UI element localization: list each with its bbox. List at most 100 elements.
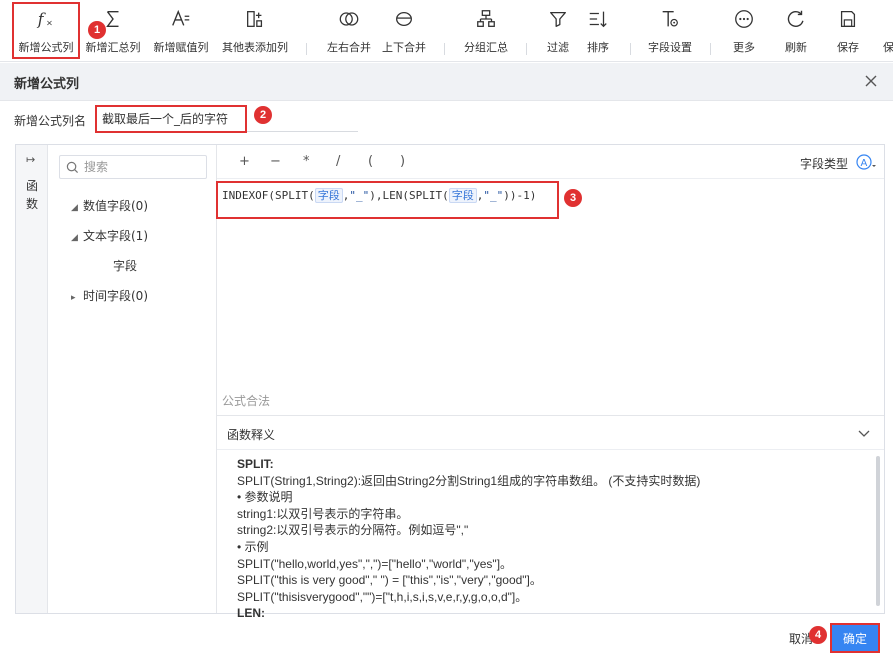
tree-node-time[interactable]: ▸ 时间字段(0) (71, 287, 148, 304)
more-button[interactable]: 更多 (724, 0, 764, 60)
minus-operator[interactable]: − (270, 154, 281, 169)
sort-button[interactable]: 排序 (580, 0, 616, 60)
toolbar-label: 排序 (587, 41, 609, 54)
toolbar-divider (306, 43, 307, 55)
close-icon[interactable] (863, 73, 879, 89)
merge-horizontal-icon (338, 0, 360, 38)
divide-operator[interactable]: / (336, 154, 340, 169)
group-icon (475, 0, 497, 38)
formula-editor: ↦ 函数 ◢ 数值字段(0) ◢ 文本字段(1) 字段 ▸ 时间字段(0) + − *… (15, 144, 885, 620)
preview-icon (880, 0, 893, 38)
toolbar: f × 新增公式列 新增汇总列 新增赋值列 其他表添加列 左右合并 上下合并 分… (0, 0, 893, 62)
open-paren-operator[interactable]: ( (368, 154, 373, 169)
field-type-dropdown-icon[interactable]: A (856, 153, 876, 171)
caret-right-icon: ▸ (71, 293, 76, 303)
toolbar-label: 新增汇总列 (85, 41, 141, 54)
assign-icon (170, 0, 192, 38)
toolbar-label: 左右合并 (327, 41, 371, 54)
caret-down-icon: ◢ (71, 233, 78, 243)
group-summary-button[interactable]: 分组汇总 (458, 0, 514, 60)
toolbar-label: 过滤 (547, 41, 569, 54)
dialog-title: 新增公式列 (14, 77, 80, 92)
tree-node-text[interactable]: ◢ 文本字段(1) (71, 227, 148, 244)
add-formula-column-button[interactable]: f × 新增公式列 (14, 0, 78, 60)
column-name-label: 新增公式列名 (14, 114, 87, 128)
svg-text:A: A (861, 158, 868, 169)
validation-status: 公式合法 (222, 394, 271, 408)
help-line: • 示例 (237, 539, 269, 554)
function-tab[interactable]: ↦ 函数 (16, 145, 48, 613)
toolbar-label: 保存 (837, 41, 859, 54)
field-search[interactable] (59, 155, 207, 179)
save-button[interactable]: 保存 (828, 0, 868, 60)
toolbar-divider (526, 43, 527, 55)
column-name-input[interactable] (96, 106, 358, 132)
confirm-button[interactable]: 确定 (830, 623, 880, 653)
caret-down-icon: ◢ (71, 203, 78, 213)
field-type-label: 字段类型 (799, 157, 848, 171)
tree-node-label: 文本字段(1) (83, 229, 148, 243)
help-header[interactable]: 函数释义 (217, 416, 884, 450)
field-token[interactable]: 字段 (448, 188, 477, 203)
tree-node-label: 时间字段(0) (83, 289, 148, 303)
multiply-operator[interactable]: * (303, 154, 310, 169)
sort-icon (587, 0, 609, 38)
close-paren-operator[interactable]: ) (400, 154, 405, 169)
toolbar-label: 更多 (733, 41, 755, 54)
field-settings-button[interactable]: 字段设置 (642, 0, 698, 60)
annotation-badge: 1 (88, 21, 106, 39)
annotation-badge: 4 (809, 626, 827, 644)
filter-button[interactable]: 过滤 (538, 0, 578, 60)
preview-button[interactable]: 保 (880, 0, 893, 60)
toolbar-label: 新增公式列 (18, 41, 74, 54)
expand-icon[interactable]: ↦ (26, 153, 35, 166)
tree-node-numeric[interactable]: ◢ 数值字段(0) (71, 197, 148, 214)
refresh-icon (785, 0, 807, 38)
help-line: LEN: (237, 606, 265, 621)
toolbar-label: 分组汇总 (464, 41, 508, 54)
annotation-badge: 2 (254, 106, 272, 124)
function-tab-label: 函数 (25, 179, 38, 211)
toolbar-divider (710, 43, 711, 55)
help-title: 函数释义 (227, 428, 276, 442)
toolbar-label: 保 (883, 41, 893, 54)
refresh-button[interactable]: 刷新 (776, 0, 816, 60)
formula-area: + − * / ( ) 字段类型 A INDEXOF(SPLIT(字段 ,"_")… (217, 145, 884, 620)
help-line: string2:以双引号表示的分隔符。例如逗号"," (237, 523, 469, 538)
add-column-icon (244, 0, 266, 38)
help-line: SPLIT: (237, 457, 274, 471)
toolbar-label: 上下合并 (382, 41, 426, 54)
merge-vertical-icon (393, 0, 415, 38)
help-line: SPLIT("thisisverygood","")=["t,h,i,s,i,s… (237, 589, 528, 604)
field-token[interactable]: 字段 (314, 188, 343, 203)
formula-part: ),LEN(SPLIT( (369, 189, 449, 202)
dialog-header: 新增公式列 (0, 63, 893, 101)
search-input[interactable] (84, 158, 202, 176)
toolbar-divider (630, 43, 631, 55)
operator-bar: + − * / ( ) 字段类型 A (217, 145, 884, 179)
field-settings-icon (659, 0, 681, 38)
help-line: • 参数说明 (237, 490, 293, 505)
toolbar-label: 字段设置 (648, 41, 692, 54)
help-scrollbar[interactable] (876, 456, 880, 606)
merge-horizontal-button[interactable]: 左右合并 (322, 0, 376, 60)
string-token: "_" (483, 189, 504, 202)
add-column-from-other-table-button[interactable]: 其他表添加列 (218, 0, 292, 60)
toolbar-label: 刷新 (785, 41, 807, 54)
formula-text[interactable]: INDEXOF(SPLIT(字段 ,"_"),LEN(SPLIT(字段 ,"_"))… (222, 187, 536, 203)
field-panel: ◢ 数值字段(0) ◢ 文本字段(1) 字段 ▸ 时间字段(0) (49, 145, 217, 613)
plus-operator[interactable]: + (239, 154, 250, 169)
add-assign-column-button[interactable]: 新增赋值列 (150, 0, 212, 60)
filter-icon (547, 0, 569, 38)
merge-vertical-button[interactable]: 上下合并 (376, 0, 432, 60)
tree-node-label: 数值字段(0) (83, 199, 148, 213)
formula-icon: f × (35, 0, 57, 38)
help-line: SPLIT("hello,world,yes",",")=["hello","w… (237, 556, 513, 571)
help-content: SPLIT: SPLIT(String1,String2):返回由String2… (237, 456, 857, 622)
field-item[interactable]: 字段 (113, 257, 137, 274)
save-icon (837, 0, 859, 38)
string-token: "_" (349, 189, 370, 202)
chevron-down-icon[interactable] (858, 427, 870, 439)
toolbar-divider (444, 43, 445, 55)
function-help-panel: 函数释义 SPLIT: SPLIT(String1,String2):返回由St… (217, 415, 884, 620)
